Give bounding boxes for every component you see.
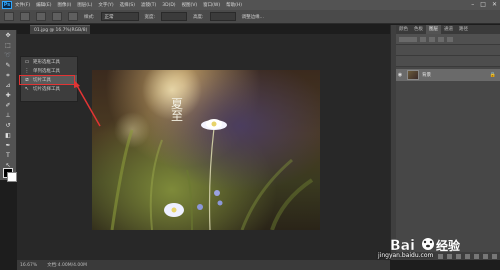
eraser-tool-icon[interactable]: ◧: [2, 132, 14, 140]
height-field[interactable]: [209, 12, 236, 21]
layer-row-background[interactable]: ◉ 背景 🔒: [396, 69, 500, 81]
stamp-tool-icon[interactable]: ⊥: [2, 112, 14, 120]
quick-select-tool-icon[interactable]: ✎: [2, 62, 14, 70]
menu-select[interactable]: 选择(S): [120, 2, 135, 8]
flyout-item[interactable]: ⋮ 单列选框工具: [21, 66, 77, 75]
rect-marquee-icon: ▭: [24, 58, 30, 65]
window-controls: – □ ✕: [471, 1, 497, 8]
crop-tool-icon[interactable]: ⌗: [2, 72, 14, 80]
flyout-item-label: 矩形选框工具: [33, 59, 60, 65]
panel-tabs: 颜色 色板 图层 通道 路径: [396, 25, 500, 34]
lock-icon: 🔒: [489, 72, 496, 78]
flyout-item-label: 单列选框工具: [33, 68, 60, 74]
menu-window[interactable]: 窗口(W): [203, 2, 220, 8]
tools-panel: ✥ ⬚ ➰ ✎ ⌗ ⊿ ✚ ✐ ⊥ ↺ ◧ ✒ T ↖ ✋: [0, 30, 17, 182]
intersect-selection-button[interactable]: [68, 12, 78, 21]
lock-row[interactable]: [396, 56, 500, 67]
refine-edge-button[interactable]: 调整边缘...: [242, 14, 264, 20]
menu-image[interactable]: 图像(I): [57, 2, 71, 8]
flyout-item[interactable]: ↖ 切片选择工具: [21, 84, 77, 93]
width-field[interactable]: [161, 12, 188, 21]
height-label: 高度:: [193, 14, 204, 20]
history-brush-icon[interactable]: ↺: [2, 122, 14, 130]
status-bar: 16.67% 文档:4.00M/4.00M: [17, 260, 390, 270]
width-label: 宽度:: [144, 14, 156, 20]
subtract-selection-button[interactable]: [52, 12, 62, 21]
photo-artwork: [110, 70, 314, 230]
menu-bar: Ps 文件(F) 编辑(E) 图像(I) 图层(L) 文字(Y) 选择(S) 滤…: [0, 0, 500, 10]
annotation-highlight-box: [19, 75, 75, 85]
filter-shape-icon[interactable]: [447, 36, 453, 42]
minimize-button[interactable]: –: [471, 1, 474, 8]
slice-select-icon: ↖: [24, 85, 30, 92]
menu-help[interactable]: 帮助(H): [226, 2, 242, 8]
filter-type-icon[interactable]: [438, 36, 444, 42]
layers-filter-row: [396, 34, 500, 45]
maximize-button[interactable]: □: [480, 1, 486, 8]
layer-thumbnail: [407, 70, 419, 80]
zoom-level[interactable]: 16.67%: [20, 263, 37, 268]
tab-layers[interactable]: 图层: [426, 25, 441, 34]
tab-color[interactable]: 颜色: [396, 25, 411, 34]
layers-panel: 颜色 色板 图层 通道 路径 ◉ 背景 🔒: [396, 25, 500, 260]
eyedropper-tool-icon[interactable]: ⊿: [2, 82, 14, 90]
pen-tool-icon[interactable]: ✒: [2, 142, 14, 150]
new-selection-button[interactable]: [20, 12, 30, 21]
overlay-calligraphy-text: 夏 至: [170, 97, 183, 123]
menu-file[interactable]: 文件(F): [15, 2, 30, 8]
blend-mode-row[interactable]: [396, 45, 500, 56]
menu-view[interactable]: 视图(V): [182, 2, 198, 8]
background-color-swatch[interactable]: [7, 172, 17, 182]
move-tool-icon[interactable]: ✥: [2, 32, 14, 40]
style-select[interactable]: 正常: [100, 12, 139, 21]
add-selection-button[interactable]: [36, 12, 46, 21]
flyout-item[interactable]: ▭ 矩形选框工具: [21, 57, 77, 66]
menu-layer[interactable]: 图层(L): [77, 2, 92, 8]
tab-swatches[interactable]: 色板: [411, 25, 426, 34]
lasso-tool-icon[interactable]: ➰: [2, 52, 14, 60]
menu-type[interactable]: 文字(Y): [98, 2, 113, 8]
healing-tool-icon[interactable]: ✚: [2, 92, 14, 100]
tab-paths[interactable]: 路径: [456, 25, 471, 34]
visibility-eye-icon[interactable]: ◉: [396, 72, 404, 78]
close-button[interactable]: ✕: [492, 1, 497, 8]
menu-filter[interactable]: 滤镜(T): [141, 2, 156, 8]
layer-name: 背景: [422, 73, 431, 78]
options-bar: 样式: 正常 宽度: 高度: 调整边缘...: [0, 10, 500, 24]
brush-tool-icon[interactable]: ✐: [2, 102, 14, 110]
document-size: 文档:4.00M/4.00M: [47, 263, 88, 268]
flyout-item-label: 切片选择工具: [33, 86, 60, 92]
menu-edit[interactable]: 编辑(E): [36, 2, 51, 8]
watermark-url: jingyan.baidu.com: [378, 252, 434, 259]
style-label: 样式:: [84, 14, 95, 20]
type-tool-icon[interactable]: T: [2, 152, 14, 160]
tool-preset-button[interactable]: [4, 12, 14, 21]
svg-text:经验: 经验: [436, 238, 461, 253]
canvas-image[interactable]: 夏 至: [92, 70, 320, 230]
filter-pixel-icon[interactable]: [420, 36, 426, 42]
photoshop-logo: Ps: [2, 1, 12, 9]
filter-adjust-icon[interactable]: [429, 36, 435, 42]
marquee-tool-icon[interactable]: ⬚: [2, 42, 14, 50]
tab-channels[interactable]: 通道: [441, 25, 456, 34]
column-marquee-icon: ⋮: [24, 67, 30, 74]
document-tab[interactable]: 01.jpg @ 16.7%(RGB/8): [30, 25, 90, 34]
filter-kind-select[interactable]: [399, 36, 417, 42]
menu-3d[interactable]: 3D(D): [162, 3, 175, 8]
